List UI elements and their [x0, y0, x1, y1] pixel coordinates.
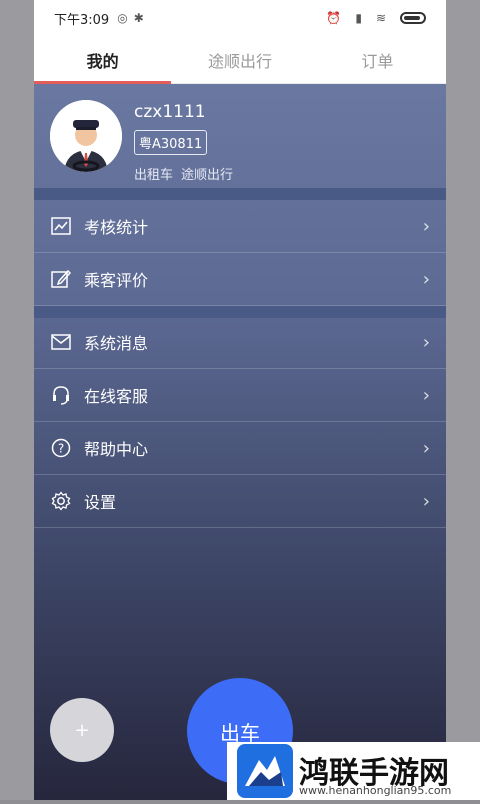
- left-backdrop: [0, 0, 34, 800]
- status-bar: 下午3:09 ◎ ✱ ⏰ ▮ ≋: [34, 0, 446, 36]
- section-divider: [34, 188, 446, 200]
- role-tushun: 途顺出行: [181, 168, 234, 183]
- sync-icon: ◎: [117, 11, 128, 25]
- menu-item-messages[interactable]: 系统消息 ›: [34, 316, 446, 369]
- gear-icon: [50, 490, 72, 512]
- tab-mine[interactable]: 我的: [34, 36, 172, 84]
- chevron-right-icon: ›: [422, 490, 430, 512]
- signal-icon: ▮: [355, 11, 362, 25]
- mail-icon: [50, 331, 72, 353]
- right-backdrop: [446, 0, 480, 800]
- tab-orders[interactable]: 订单: [309, 36, 446, 83]
- watermark-logo: [235, 742, 295, 800]
- driver-roles: 出租车 途顺出行: [134, 164, 233, 183]
- headset-icon: [50, 384, 72, 406]
- svg-text:?: ?: [58, 442, 64, 456]
- status-right: ⏰ ▮ ≋: [326, 11, 426, 25]
- battery-icon: [400, 12, 426, 24]
- profile-card: czx1111 粤A30811 出租车 途顺出行: [34, 84, 446, 188]
- chevron-right-icon: ›: [422, 268, 430, 290]
- menu-group-stats: 考核统计 › 乘客评价 ›: [34, 200, 446, 306]
- help-icon: ?: [50, 437, 72, 459]
- add-button[interactable]: +: [50, 698, 114, 762]
- menu-group-support: 系统消息 › 在线客服 › ? 帮助中心 › 设置 ›: [34, 316, 446, 528]
- menu-label-stats: 考核统计: [84, 218, 149, 237]
- watermark: 鸿联手游网 www.henanhonglian95.com: [227, 742, 480, 800]
- menu-item-help[interactable]: ? 帮助中心 ›: [34, 422, 446, 475]
- chart-icon: [50, 215, 72, 237]
- menu-label-settings: 设置: [84, 493, 117, 512]
- chevron-right-icon: ›: [422, 384, 430, 406]
- role-taxi: 出租车: [134, 168, 174, 183]
- menu-label-messages: 系统消息: [84, 334, 149, 353]
- chevron-right-icon: ›: [422, 437, 430, 459]
- menu-label-support: 在线客服: [84, 387, 149, 406]
- edit-icon: [50, 268, 72, 290]
- status-time: 下午3:09: [54, 12, 110, 28]
- menu-item-support[interactable]: 在线客服 ›: [34, 369, 446, 422]
- app-screen: 下午3:09 ◎ ✱ ⏰ ▮ ≋ 我的 途顺出行 订单 czx1111 粤A30…: [34, 0, 446, 800]
- tab-tushun[interactable]: 途顺出行: [171, 36, 308, 83]
- chevron-right-icon: ›: [422, 331, 430, 353]
- menu-item-reviews[interactable]: 乘客评价 ›: [34, 253, 446, 306]
- menu-label-help: 帮助中心: [84, 440, 149, 459]
- watermark-url: www.henanhonglian95.com: [299, 784, 452, 797]
- username: czx1111: [134, 102, 206, 122]
- alarm-icon: ⏰: [326, 11, 342, 25]
- menu-item-settings[interactable]: 设置 ›: [34, 475, 446, 528]
- wifi-icon: ≋: [375, 11, 386, 25]
- bluetooth-icon: ✱: [133, 11, 144, 25]
- chevron-right-icon: ›: [422, 215, 430, 237]
- tab-bar: 我的 途顺出行 订单: [34, 36, 446, 84]
- menu-item-stats[interactable]: 考核统计 ›: [34, 200, 446, 253]
- menu-label-reviews: 乘客评价: [84, 271, 149, 290]
- avatar[interactable]: [50, 100, 122, 172]
- license-plate: 粤A30811: [134, 130, 208, 155]
